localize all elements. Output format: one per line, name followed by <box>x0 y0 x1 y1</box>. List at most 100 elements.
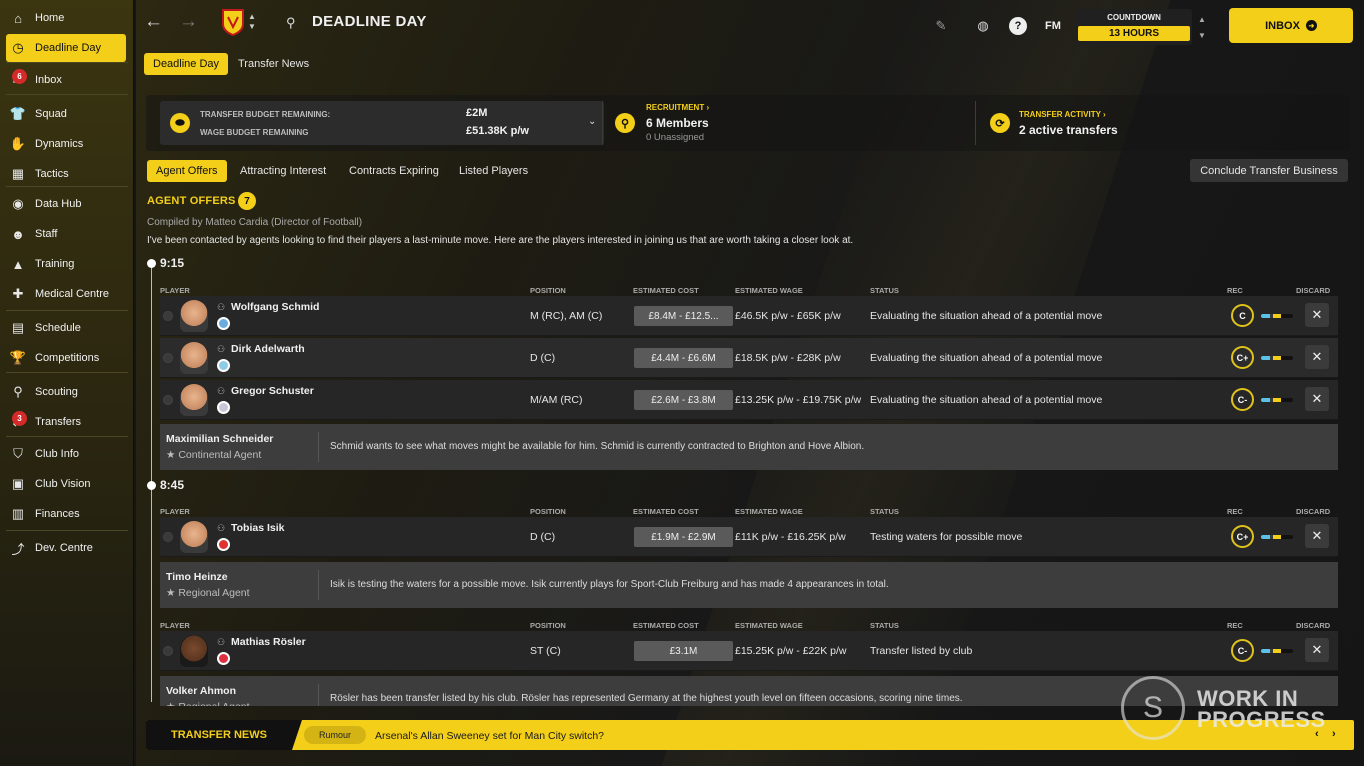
subtab-attracting-interest[interactable]: Attracting Interest <box>231 160 335 182</box>
sidebar-item-club-vision[interactable]: ▣ Club Vision <box>6 470 126 498</box>
budget-card[interactable]: ⬬ TRANSFER BUDGET REMAINING: WAGE BUDGET… <box>160 101 604 145</box>
player-name[interactable]: Wolfgang Schmid <box>231 301 319 313</box>
sidebar-item-competitions[interactable]: 🏆 Competitions <box>6 344 126 372</box>
conclude-transfer-business-button[interactable]: Conclude Transfer Business <box>1190 159 1348 182</box>
select-radio[interactable] <box>163 395 173 405</box>
sidebar-item-club-info[interactable]: ⛉ Club Info <box>6 440 126 468</box>
person-icon: ⚇ <box>217 344 226 354</box>
column-header-rec: REC <box>1227 621 1243 630</box>
transfer-budget-value: £2M <box>466 107 488 119</box>
player-name[interactable]: Tobias Isik <box>231 522 285 534</box>
sidebar-divider <box>6 436 128 437</box>
select-radio[interactable] <box>163 353 173 363</box>
table-row[interactable]: ⚇ Tobias Isik D (C) £1.9M - £2.9M £11K p/w -… <box>160 517 1338 557</box>
discard-button[interactable]: ✕ <box>1305 638 1329 662</box>
timeline-dot <box>147 259 156 268</box>
agent-type-label: Regional Agent <box>178 587 250 599</box>
inbox-continue-button[interactable]: INBOX ➜ <box>1229 8 1353 43</box>
club-crest-icon[interactable] <box>222 9 244 37</box>
estimated-wage: £15.25K p/w - £22K p/w <box>735 645 847 657</box>
player-avatar <box>180 300 208 332</box>
countdown[interactable]: COUNTDOWN 13 HOURS <box>1076 9 1192 45</box>
column-header-position: POSITION <box>530 286 566 295</box>
page-title: DEADLINE DAY <box>312 13 427 30</box>
recommendation-badge[interactable]: C+ <box>1231 525 1254 548</box>
news-headline[interactable]: Arsenal's Allan Sweeney set for Man City… <box>375 730 604 742</box>
sidebar-item-label: Tactics <box>35 168 69 180</box>
player-name[interactable]: Gregor Schuster <box>231 385 314 397</box>
data-hub-icon: ◉ <box>12 196 24 211</box>
chevron-updown-icon[interactable]: ▲ ▼ <box>248 12 256 32</box>
player-avatar <box>180 342 208 374</box>
chevron-down-icon[interactable]: ⌄ <box>588 116 596 127</box>
discard-button[interactable]: ✕ <box>1305 387 1329 411</box>
continue-chevron-icon[interactable]: ▲ ▼ <box>1198 12 1206 44</box>
countdown-label: COUNTDOWN <box>1107 13 1161 22</box>
world-icon[interactable]: ◍ <box>974 17 992 35</box>
sidebar-item-deadline-day[interactable]: ◷ Deadline Day <box>6 34 126 62</box>
sidebar-item-staff[interactable]: ☻ Staff <box>6 220 126 248</box>
sidebar-item-training[interactable]: ▲ Training <box>6 250 126 278</box>
forward-arrow-icon[interactable]: → <box>179 11 198 33</box>
column-header-cost: ESTIMATED COST <box>633 286 699 295</box>
recommendation-badge[interactable]: C <box>1231 304 1254 327</box>
search-icon[interactable]: ⚲ <box>286 15 296 31</box>
column-header-cost: ESTIMATED COST <box>633 507 699 516</box>
subtab-listed-players[interactable]: Listed Players <box>450 160 537 182</box>
offers-count-badge: 7 <box>238 192 256 210</box>
sidebar-item-home[interactable]: ⌂ Home <box>6 4 126 32</box>
transfer-activity-link[interactable]: TRANSFER ACTIVITY › <box>1019 110 1106 119</box>
recruitment-link[interactable]: RECRUITMENT › <box>646 103 709 112</box>
person-icon: ⚇ <box>217 637 226 647</box>
agent-name[interactable]: Timo Heinze <box>166 571 228 583</box>
sidebar-item-schedule[interactable]: ▤ Schedule <box>6 314 126 342</box>
select-radio[interactable] <box>163 532 173 542</box>
back-arrow-icon[interactable]: ← <box>144 11 163 33</box>
select-radio[interactable] <box>163 311 173 321</box>
help-icon[interactable]: ? <box>1009 17 1027 35</box>
table-row[interactable]: ⚇ Gregor Schuster M/AM (RC) £2.6M - £3.8M £1… <box>160 380 1338 420</box>
transfer-activity-icon: ⟳ <box>990 113 1010 133</box>
sidebar-item-label: Squad <box>35 108 67 120</box>
recommendation-badge[interactable]: C- <box>1231 639 1254 662</box>
agent-name[interactable]: Volker Ahmon <box>166 685 236 697</box>
agent-name[interactable]: Maximilian Schneider <box>166 433 273 445</box>
sidebar-item-dev-centre[interactable]: ⤴ Dev. Centre <box>6 534 126 562</box>
player-avatar <box>180 521 208 553</box>
person-icon: ⚇ <box>217 386 226 396</box>
player-avatar <box>180 384 208 416</box>
tab-transfer-news[interactable]: Transfer News <box>229 53 318 75</box>
sidebar-item-scouting[interactable]: ⚲ Scouting <box>6 378 126 406</box>
player-status: Evaluating the situation ahead of a pote… <box>870 310 1103 322</box>
subtab-agent-offers[interactable]: Agent Offers <box>147 160 227 182</box>
recruitment-label: RECRUITMENT <box>646 103 705 112</box>
rumour-tag[interactable]: Rumour <box>304 726 366 744</box>
main-panel: ← → ▲ ▼ ⚲ DEADLINE DAY ✎ ◍ ? FM COUNTDOWN… <box>136 0 1364 766</box>
table-row[interactable]: ⚇ Mathias Rösler ST (C) £3.1M £15.25K p/w - … <box>160 631 1338 671</box>
estimated-cost: £3.1M <box>634 641 733 661</box>
sidebar-item-finances[interactable]: ▥ Finances <box>6 500 126 528</box>
fm-menu-button[interactable]: FM <box>1045 20 1061 32</box>
subtab-contracts-expiring[interactable]: Contracts Expiring <box>340 160 448 182</box>
player-name[interactable]: Mathias Rösler <box>231 636 306 648</box>
recommendation-badge[interactable]: C- <box>1231 388 1254 411</box>
table-row[interactable]: ⚇ Wolfgang Schmid M (RC), AM (C) £8.4M - £1… <box>160 296 1338 336</box>
pencil-icon[interactable]: ✎ <box>932 17 950 35</box>
column-header-cost: ESTIMATED COST <box>633 621 699 630</box>
discard-button[interactable]: ✕ <box>1305 524 1329 548</box>
sidebar-item-squad[interactable]: 👕 Squad <box>6 100 126 128</box>
sidebar-item-medical-centre[interactable]: ✚ Medical Centre <box>6 280 126 308</box>
tab-deadline-day[interactable]: Deadline Day <box>144 53 229 75</box>
sidebar-item-data-hub[interactable]: ◉ Data Hub <box>6 190 126 218</box>
sidebar-item-tactics[interactable]: ▦ Tactics <box>6 160 126 188</box>
table-row[interactable]: ⚇ Dirk Adelwarth D (C) £4.4M - £6.6M £18.5K … <box>160 338 1338 378</box>
select-radio[interactable] <box>163 646 173 656</box>
recommendation-badge[interactable]: C+ <box>1231 346 1254 369</box>
discard-button[interactable]: ✕ <box>1305 345 1329 369</box>
discard-button[interactable]: ✕ <box>1305 303 1329 327</box>
player-name[interactable]: Dirk Adelwarth <box>231 343 305 355</box>
sidebar-item-label: Medical Centre <box>35 288 109 300</box>
player-status: Transfer listed by club <box>870 645 973 657</box>
next-news-icon[interactable]: › <box>1332 728 1336 740</box>
sidebar-item-dynamics[interactable]: ✋ Dynamics <box>6 130 126 158</box>
